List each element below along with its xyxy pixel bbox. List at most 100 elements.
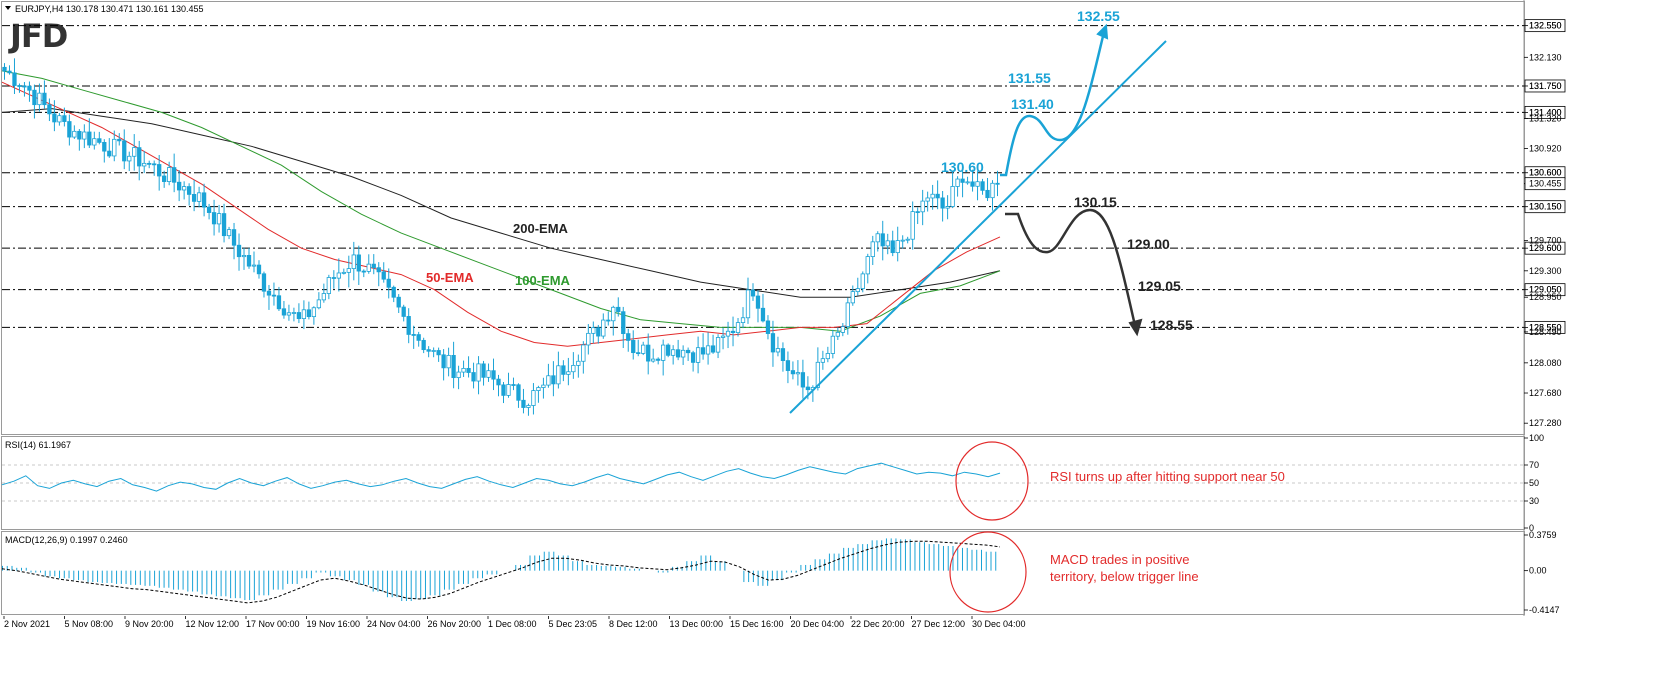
candle-body bbox=[476, 363, 481, 382]
candle-body bbox=[211, 212, 217, 225]
level-price-label: 128.550 bbox=[1529, 322, 1562, 332]
candle-body bbox=[541, 384, 546, 388]
macd-note-line-2: territory, below trigger line bbox=[1050, 569, 1199, 584]
candle-body bbox=[446, 355, 451, 369]
candle-body bbox=[950, 186, 955, 207]
ema-200-label: 200-EMA bbox=[513, 221, 569, 236]
level-price-label: 129.050 bbox=[1529, 285, 1562, 295]
candle-body bbox=[790, 370, 796, 375]
level-price-label: 131.400 bbox=[1529, 107, 1562, 117]
candle-body bbox=[37, 92, 42, 106]
time-tick-label: 1 Dec 08:00 bbox=[488, 619, 537, 629]
rsi-tick-label: 100 bbox=[1529, 433, 1544, 443]
candle-body bbox=[975, 181, 980, 187]
candle-body bbox=[196, 192, 202, 202]
bull-target-3: 131.55 bbox=[1008, 70, 1051, 86]
time-axis: 2 Nov 2021 5 Nov 08:00 9 Nov 20:00 12 Nov 1… bbox=[3, 616, 1026, 629]
candle-body bbox=[137, 147, 142, 167]
candle-body bbox=[760, 307, 766, 322]
candle-body bbox=[795, 372, 801, 375]
candle-body bbox=[780, 348, 786, 362]
candle-body bbox=[501, 384, 506, 396]
candle-body bbox=[102, 141, 107, 152]
candle-body bbox=[945, 206, 950, 209]
candle-body bbox=[326, 277, 331, 294]
candle-body bbox=[685, 349, 691, 354]
candle-body bbox=[221, 213, 227, 237]
candle-body bbox=[616, 306, 621, 313]
candle-body bbox=[900, 239, 905, 242]
candle-body bbox=[591, 327, 596, 334]
candle-body bbox=[266, 290, 272, 296]
candle-body bbox=[915, 211, 920, 214]
price-title: EURJPY,H4 130.178 130.471 130.161 130.45… bbox=[15, 4, 204, 14]
candle-body bbox=[271, 294, 277, 297]
bear-target-1: 130.15 bbox=[1074, 194, 1117, 210]
candle-body bbox=[381, 271, 386, 280]
candle-body bbox=[32, 89, 37, 106]
price-tick-label: 132.130 bbox=[1529, 52, 1562, 62]
candle-body bbox=[246, 255, 252, 267]
candle-body bbox=[201, 192, 207, 208]
candle-body bbox=[631, 340, 636, 354]
candle-body bbox=[376, 267, 381, 273]
candle-body bbox=[885, 240, 890, 247]
candle-body bbox=[561, 365, 566, 375]
candle-body bbox=[990, 182, 995, 199]
candle-body bbox=[17, 85, 22, 87]
candle-body bbox=[411, 334, 416, 336]
candle-body bbox=[850, 291, 855, 304]
candle-body bbox=[940, 197, 945, 209]
candle-body bbox=[840, 326, 845, 333]
candle-body bbox=[536, 387, 541, 391]
rsi-tick-label: 70 bbox=[1529, 460, 1539, 470]
candle-body bbox=[396, 296, 401, 308]
candle-body bbox=[286, 312, 292, 316]
candle-body bbox=[276, 295, 282, 310]
candle-body bbox=[47, 104, 52, 115]
candle-body bbox=[401, 306, 406, 317]
level-price-label: 130.600 bbox=[1529, 168, 1562, 178]
candle-body bbox=[895, 240, 900, 254]
candle-body bbox=[386, 278, 391, 288]
candle-body bbox=[491, 370, 496, 380]
time-tick-label: 26 Nov 20:00 bbox=[428, 619, 482, 629]
level-price-label: 130.150 bbox=[1529, 202, 1562, 212]
candle-body bbox=[451, 355, 456, 379]
price-tick-label: 127.280 bbox=[1529, 418, 1562, 428]
price-tick-label: 127.680 bbox=[1529, 388, 1562, 398]
candle-body bbox=[601, 319, 606, 337]
macd-title: MACD(12,26,9) 0.1997 0.2460 bbox=[5, 535, 128, 545]
time-tick-label: 5 Nov 08:00 bbox=[65, 619, 114, 629]
candle-body bbox=[646, 344, 651, 362]
macd-tick-label: 0.3759 bbox=[1529, 530, 1557, 540]
time-tick-label: 15 Dec 16:00 bbox=[730, 619, 784, 629]
candle-body bbox=[571, 364, 576, 373]
ema-100-label: 100-EMA bbox=[515, 273, 571, 288]
candle-body bbox=[725, 330, 731, 337]
candle-body bbox=[576, 360, 581, 366]
candle-body bbox=[825, 353, 830, 360]
candle-body bbox=[97, 138, 102, 143]
candle-body bbox=[671, 349, 676, 356]
candle-body bbox=[226, 229, 232, 237]
candle-body bbox=[920, 200, 925, 213]
candle-body bbox=[970, 181, 975, 187]
bear-target-3: 129.05 bbox=[1138, 278, 1181, 294]
candle-body bbox=[291, 312, 297, 314]
candle-body bbox=[167, 167, 172, 182]
candle-body bbox=[611, 306, 616, 322]
level-price-label: 129.600 bbox=[1529, 243, 1562, 253]
candle-body bbox=[715, 337, 721, 353]
time-tick-label: 2 Nov 2021 bbox=[4, 619, 50, 629]
candle-body bbox=[656, 358, 661, 361]
candle-body bbox=[62, 115, 67, 122]
candle-body bbox=[366, 263, 371, 272]
time-tick-label: 20 Dec 04:00 bbox=[791, 619, 845, 629]
candle-body bbox=[356, 254, 361, 272]
candle-body bbox=[596, 327, 601, 337]
candle-body bbox=[132, 147, 137, 157]
candle-body bbox=[531, 390, 536, 406]
bear-target-2: 129.00 bbox=[1127, 236, 1170, 252]
level-price-label: 132.550 bbox=[1529, 21, 1562, 31]
